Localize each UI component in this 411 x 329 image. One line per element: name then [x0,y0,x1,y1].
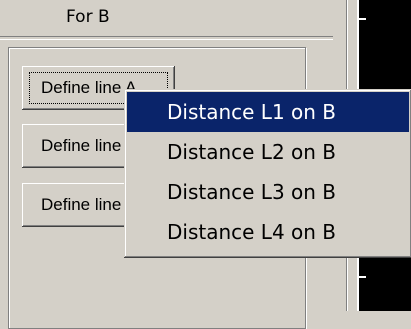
menu-item-distance-l4[interactable]: Distance L4 on B [127,212,409,252]
define-line-b-label: Define line B [41,136,138,155]
panel-divider [0,36,333,40]
context-menu: Distance L1 on B Distance L2 on B Distan… [124,89,411,258]
ruler-tick [357,276,366,278]
menu-item-distance-l2[interactable]: Distance L2 on B [127,132,409,172]
ruler-tick [357,18,366,20]
for-b-label: For B [66,7,110,27]
menu-item-distance-l3[interactable]: Distance L3 on B [127,172,409,212]
menu-item-distance-l1[interactable]: Distance L1 on B [127,92,409,132]
